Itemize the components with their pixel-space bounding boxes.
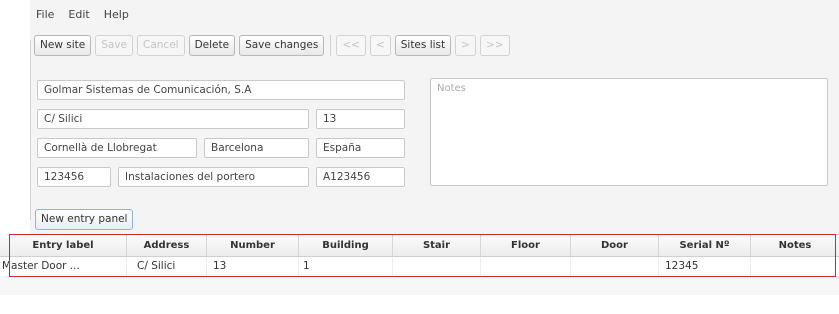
city-field[interactable]: Cornellà de Llobregat [37, 138, 197, 158]
col-address[interactable]: Address [127, 235, 207, 256]
country-field[interactable]: España [316, 138, 405, 158]
table-row-empty [0, 295, 839, 314]
cell-serial: 12345 [659, 257, 751, 276]
notes-textarea[interactable]: Notes [430, 78, 828, 186]
table-row[interactable]: Master Door ... C/ Silici 13 1 12345 [0, 257, 839, 276]
toolbar-separator [330, 34, 332, 56]
delete-button[interactable]: Delete [188, 34, 236, 56]
divider [30, 40, 31, 220]
menu-edit[interactable]: Edit [68, 8, 89, 24]
cell-address: C/ Silici [127, 257, 207, 276]
new-entry-panel-button[interactable]: New entry panel [35, 209, 134, 230]
save-button[interactable]: Save [95, 34, 133, 56]
table-row-empty [0, 276, 839, 295]
menu-file[interactable]: File [36, 8, 54, 24]
save-changes-button[interactable]: Save changes [239, 34, 325, 56]
table-header: Entry label Address Number Building Stai… [0, 235, 839, 257]
col-door[interactable]: Door [571, 235, 659, 256]
cell-floor [481, 257, 571, 276]
last-button[interactable]: >> [479, 34, 510, 56]
col-stair[interactable]: Stair [393, 235, 481, 256]
province-field[interactable]: Barcelona [204, 138, 309, 158]
col-notes[interactable]: Notes [751, 235, 839, 256]
previous-button[interactable]: < [369, 34, 391, 56]
menu-bar: File Edit Help [36, 8, 129, 24]
cell-stair [393, 257, 481, 276]
cell-door [571, 257, 659, 276]
col-serial[interactable]: Serial Nº [659, 235, 751, 256]
cell-building: 1 [299, 257, 393, 276]
col-building[interactable]: Building [299, 235, 393, 256]
cell-notes [751, 257, 839, 276]
cell-entry-label: Master Door ... [0, 257, 127, 276]
col-floor[interactable]: Floor [481, 235, 571, 256]
street-field[interactable]: C/ Silici [37, 109, 309, 129]
code-field[interactable]: A123456 [316, 167, 405, 187]
col-entry-label[interactable]: Entry label [0, 235, 127, 256]
col-number[interactable]: Number [207, 235, 299, 256]
cancel-button[interactable]: Cancel [137, 34, 185, 56]
first-button[interactable]: << [336, 34, 366, 56]
entries-table: Entry label Address Number Building Stai… [0, 234, 839, 314]
description-field[interactable]: Instalaciones del portero [118, 167, 309, 187]
next-button[interactable]: > [455, 34, 476, 56]
menu-help[interactable]: Help [104, 8, 129, 24]
new-site-button[interactable]: New site [34, 34, 92, 56]
sites-list-button[interactable]: Sites list [394, 34, 452, 56]
cell-number: 13 [207, 257, 299, 276]
toolbar: New site Save Cancel Delete Save changes… [34, 33, 514, 57]
street-number-field[interactable]: 13 [316, 109, 405, 129]
company-field[interactable]: Golmar Sistemas de Comunicación, S.A [37, 80, 405, 100]
postal-code-field[interactable]: 123456 [37, 167, 111, 187]
